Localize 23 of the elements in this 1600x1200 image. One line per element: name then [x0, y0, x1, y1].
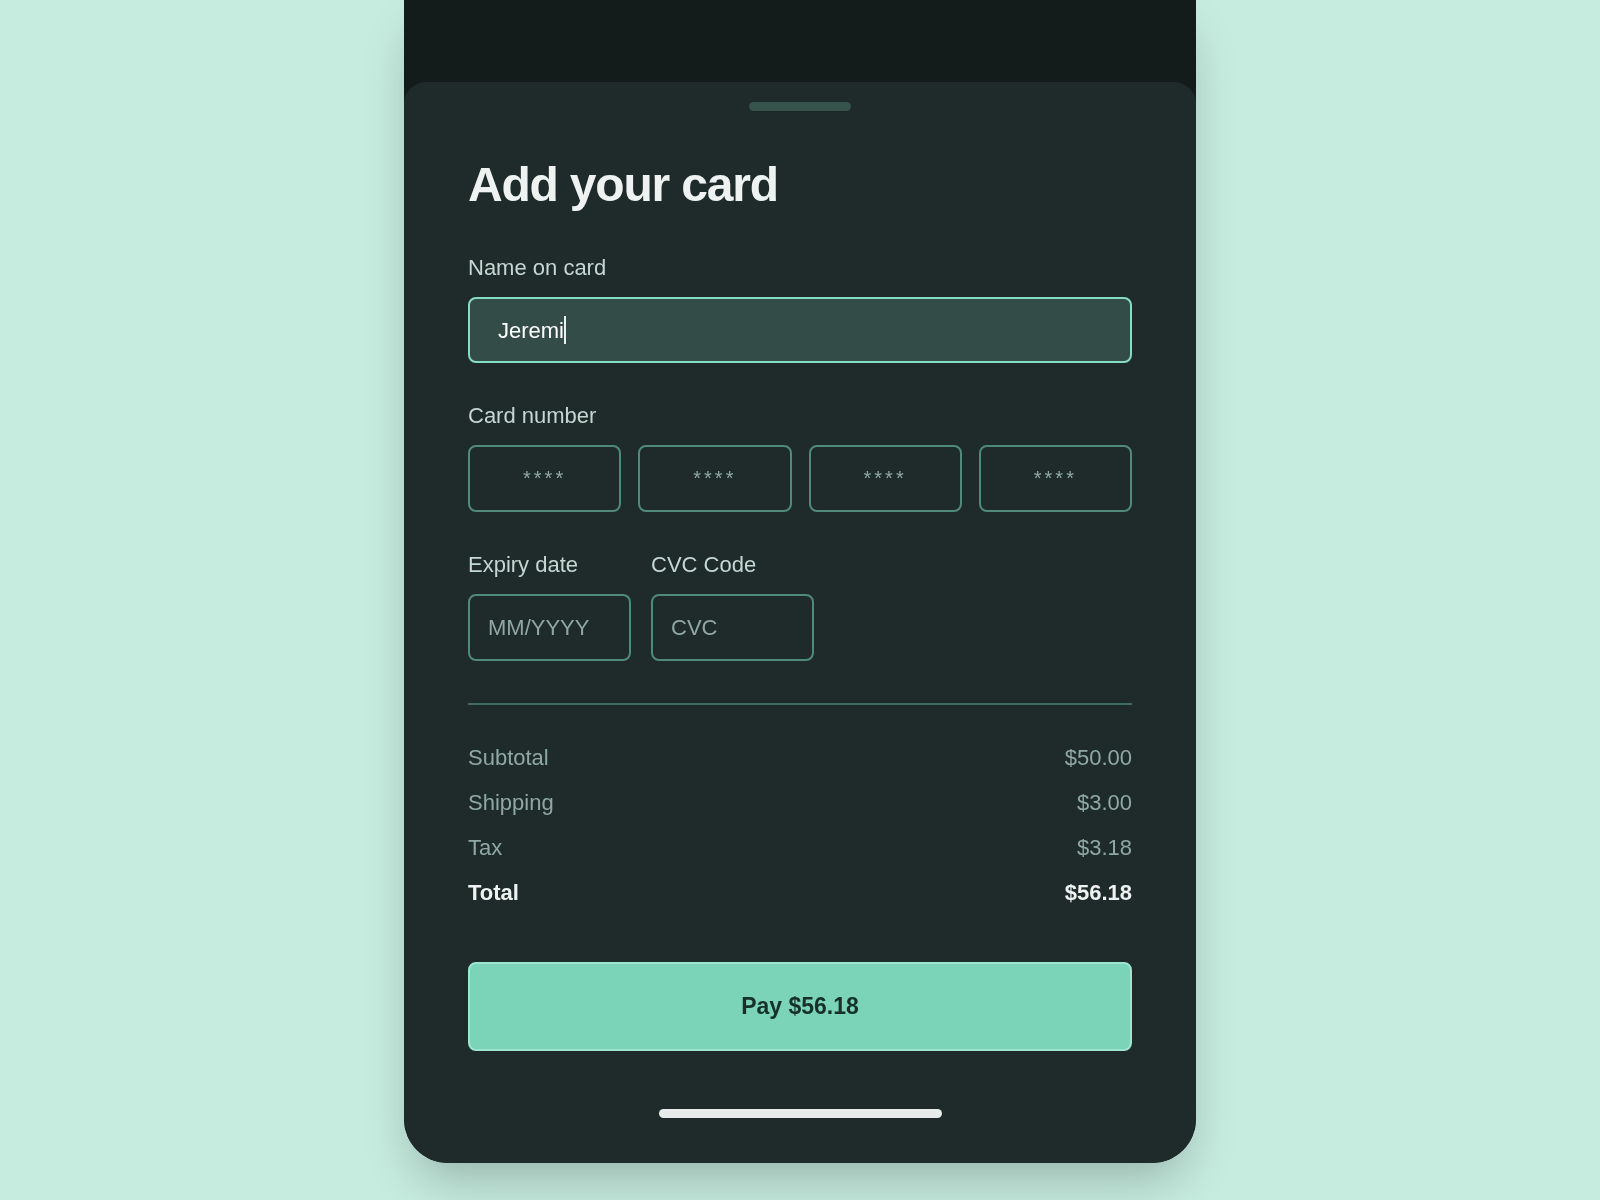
summary-amount: $3.00: [1076, 790, 1132, 816]
card-number-input[interactable]: ****: [978, 445, 1132, 512]
cvc-input[interactable]: CVC: [651, 594, 814, 661]
text-cursor: [564, 316, 566, 344]
summary-label: Subtotal: [468, 745, 549, 771]
name-input[interactable]: Jeremi: [468, 297, 1132, 363]
summary-label: Tax: [468, 835, 503, 861]
summary-label: Total: [468, 880, 519, 906]
card-number-input[interactable]: ****: [638, 445, 792, 512]
summary-amount: $3.18: [1076, 835, 1132, 861]
summary-amount: $56.18: [1064, 880, 1132, 906]
drag-handle[interactable]: [749, 102, 851, 111]
field-label: Name on card: [468, 257, 608, 279]
field-label: Card number: [468, 405, 598, 427]
field-label: CVC Code: [651, 554, 758, 576]
card-number-input[interactable]: ****: [808, 445, 962, 512]
sheet-title: Add your card: [468, 161, 779, 209]
summary-amount: $50.00: [1064, 745, 1132, 771]
pay-button[interactable]: Pay $56.18: [468, 962, 1132, 1051]
expiry-input[interactable]: MM/YYYY: [468, 594, 631, 661]
summary-label: Shipping: [468, 790, 554, 816]
card-number-input[interactable]: ****: [468, 445, 622, 512]
field-label: Expiry date: [468, 554, 580, 576]
